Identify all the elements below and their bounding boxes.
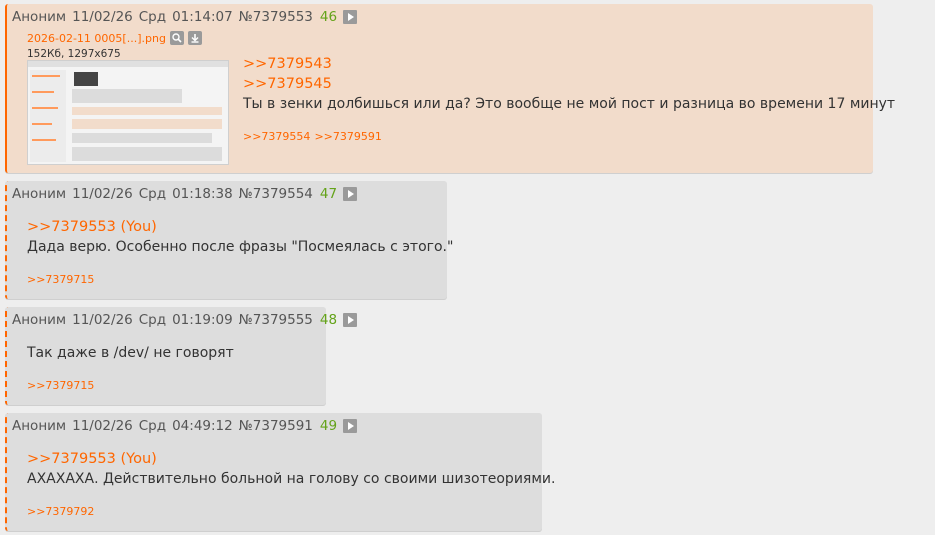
post-day: Срд — [138, 186, 167, 202]
post-header: Аноним 11/02/26 Срд 01:19:09 №7379555 48 — [12, 312, 358, 328]
post-header: Аноним 11/02/26 Срд 04:49:12 №7379591 49 — [12, 418, 358, 434]
post-id-link[interactable]: №7379591 — [239, 418, 313, 434]
play-icon[interactable] — [343, 313, 358, 327]
post-id-link[interactable]: №7379555 — [239, 312, 313, 328]
reply-link[interactable]: >>7379715 — [27, 273, 94, 286]
post-7379554: Аноним 11/02/26 Срд 01:18:38 №7379554 47… — [5, 181, 453, 299]
post-time: 01:18:38 — [172, 186, 233, 202]
post-number: 48 — [319, 312, 338, 328]
post-replies: >>7379554 >>7379591 — [243, 130, 386, 143]
post-date: 11/02/26 — [72, 418, 133, 434]
quote-link-you[interactable]: >>7379553 (You) — [27, 219, 157, 235]
play-icon[interactable] — [343, 419, 358, 433]
post-replies: >>7379715 — [27, 273, 98, 286]
post-7379555: Аноним 11/02/26 Срд 01:19:09 №7379555 48… — [5, 307, 358, 405]
post-text: Дада верю. Особенно после фразы "Посмеял… — [27, 239, 454, 255]
image-thumbnail[interactable] — [27, 60, 229, 165]
post-number: 46 — [319, 9, 338, 25]
reply-link[interactable]: >>7379792 — [27, 505, 94, 518]
reply-link[interactable]: >>7379715 — [27, 379, 94, 392]
post-7379591: Аноним 11/02/26 Срд 04:49:12 №7379591 49… — [5, 413, 555, 531]
quote-link-7379545[interactable]: >>7379545 — [243, 76, 332, 92]
reply-link[interactable]: >>7379591 — [314, 130, 381, 143]
post-text: Так даже в /dev/ не говорят — [27, 345, 234, 361]
post-author: Аноним — [12, 9, 67, 25]
post-id-link[interactable]: №7379554 — [239, 186, 313, 202]
post-time: 01:14:07 — [172, 9, 233, 25]
play-icon[interactable] — [343, 187, 358, 201]
post-text: АХАХАХА. Действительно больной на голову… — [27, 471, 556, 487]
post-date: 11/02/26 — [72, 312, 133, 328]
quote-link-7379543[interactable]: >>7379543 — [243, 56, 332, 72]
post-time: 01:19:09 — [172, 312, 233, 328]
file-name[interactable]: 2026-02-11 0005[...].png — [27, 32, 166, 45]
post-id-link[interactable]: №7379553 — [239, 9, 313, 25]
post-number: 47 — [319, 186, 338, 202]
post-date: 11/02/26 — [72, 186, 133, 202]
post-text: Ты в зенки долбишься или да? Это вообще … — [243, 96, 896, 112]
post-day: Срд — [138, 418, 167, 434]
post-day: Срд — [138, 9, 167, 25]
post-header: Аноним 11/02/26 Срд 01:18:38 №7379554 47 — [12, 186, 358, 202]
post-time: 04:49:12 — [172, 418, 233, 434]
file-link[interactable]: 2026-02-11 0005[...].png — [27, 31, 202, 45]
post-author: Аноним — [12, 418, 67, 434]
download-icon[interactable] — [187, 31, 202, 45]
post-7379553: Аноним 11/02/26 Срд 01:14:07 №7379553 46… — [5, 4, 895, 173]
post-number: 49 — [319, 418, 338, 434]
quote-link-you[interactable]: >>7379553 (You) — [27, 451, 157, 467]
file-info: 152Кб, 1297x675 — [27, 48, 121, 60]
post-author: Аноним — [12, 186, 67, 202]
post-replies: >>7379792 — [27, 505, 98, 518]
play-icon[interactable] — [343, 10, 358, 24]
reply-link[interactable]: >>7379554 — [243, 130, 310, 143]
post-header: Аноним 11/02/26 Срд 01:14:07 №7379553 46 — [12, 9, 358, 25]
search-icon[interactable] — [169, 31, 184, 45]
post-date: 11/02/26 — [72, 9, 133, 25]
post-author: Аноним — [12, 312, 67, 328]
post-day: Срд — [138, 312, 167, 328]
post-replies: >>7379715 — [27, 379, 98, 392]
